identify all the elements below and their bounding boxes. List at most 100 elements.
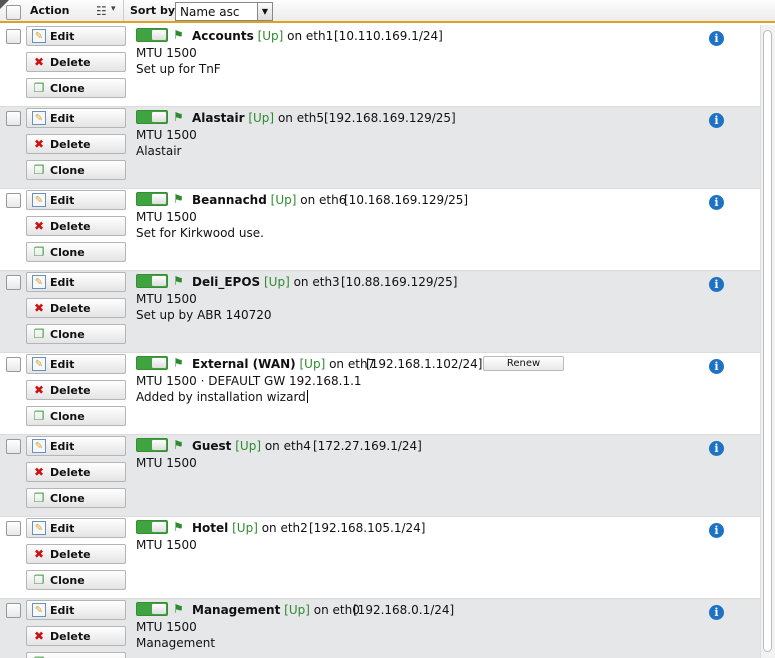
renew-button[interactable]: Renew bbox=[483, 356, 564, 371]
sort-select[interactable]: Name asc ▼ bbox=[175, 2, 273, 21]
flag-icon: ⚑ bbox=[173, 28, 184, 42]
info-icon[interactable]: i bbox=[709, 441, 724, 456]
info-icon[interactable]: i bbox=[709, 359, 724, 374]
interface-title: Alastair [Up] on eth5 bbox=[192, 111, 324, 125]
delete-x-icon: ✖ bbox=[33, 465, 45, 479]
interface-title: Beannachd [Up] on eth6 bbox=[192, 193, 346, 207]
clone-button[interactable]: ❐Clone bbox=[26, 242, 126, 262]
row-checkbox[interactable] bbox=[6, 275, 21, 290]
enable-toggle[interactable] bbox=[136, 110, 168, 124]
edit-button[interactable]: ✎ Edit bbox=[26, 600, 126, 620]
clone-button[interactable]: ❐Clone bbox=[26, 652, 126, 658]
clone-button[interactable]: ❐Clone bbox=[26, 160, 126, 180]
clone-icon: ❐ bbox=[33, 573, 45, 587]
edit-button[interactable]: ✎ Edit bbox=[26, 436, 126, 456]
delete-button[interactable]: ✖ Delete bbox=[26, 298, 126, 318]
edit-button[interactable]: ✎ Edit bbox=[26, 190, 126, 210]
flag-icon: ⚑ bbox=[173, 438, 184, 452]
interface-name: Deli_EPOS bbox=[192, 275, 261, 289]
info-icon[interactable]: i bbox=[709, 605, 724, 620]
enable-toggle[interactable] bbox=[136, 192, 168, 206]
delete-button[interactable]: ✖ Delete bbox=[26, 544, 126, 564]
row-checkbox[interactable] bbox=[6, 439, 21, 454]
row-checkbox[interactable] bbox=[6, 521, 21, 536]
edit-button[interactable]: ✎ Edit bbox=[26, 26, 126, 46]
status-up: [Up] bbox=[235, 439, 262, 453]
flag-icon: ⚑ bbox=[173, 110, 184, 124]
info-icon[interactable]: i bbox=[709, 31, 724, 46]
delete-button[interactable]: ✖ Delete bbox=[26, 462, 126, 482]
row-checkbox[interactable] bbox=[6, 603, 21, 618]
delete-button[interactable]: ✖ Delete bbox=[26, 52, 126, 72]
info-icon[interactable]: i bbox=[709, 113, 724, 128]
enable-toggle[interactable] bbox=[136, 438, 168, 452]
clone-button[interactable]: ❐Clone bbox=[26, 406, 126, 426]
edit-icon: ✎ bbox=[32, 193, 46, 207]
edit-icon: ✎ bbox=[32, 275, 46, 289]
delete-button[interactable]: ✖ Delete bbox=[26, 626, 126, 646]
clone-icon: ❐ bbox=[33, 491, 45, 505]
interface-row: ✎ Edit ✖ Delete ❐ Clone ⚑ Deli_EPOS [Up] on… bbox=[0, 271, 760, 353]
interface-title: External (WAN) [Up] on eth7 bbox=[192, 357, 375, 371]
interface-description: Management bbox=[136, 636, 216, 650]
interface-row: ✎Edit ✖Delete ❐Clone ⚑ Management [Up] o… bbox=[0, 599, 760, 658]
clone-button[interactable]: ❐Clone bbox=[26, 78, 126, 98]
interface-title: Hotel [Up] on eth2 bbox=[192, 521, 308, 535]
info-icon[interactable]: i bbox=[709, 277, 724, 292]
dropdown-arrow-icon[interactable]: ▼ bbox=[257, 3, 272, 20]
interface-mtu: MTU 1500 bbox=[136, 128, 197, 142]
enable-toggle[interactable] bbox=[136, 28, 168, 42]
info-icon[interactable]: i bbox=[709, 523, 724, 538]
text-caret bbox=[306, 390, 308, 403]
delete-x-icon: ✖ bbox=[33, 383, 45, 397]
status-up: [Up] bbox=[299, 357, 326, 371]
status-up: [Up] bbox=[232, 521, 258, 535]
status-up: [Up] bbox=[284, 603, 310, 617]
edit-icon: ✎ bbox=[32, 521, 46, 535]
row-checkbox[interactable] bbox=[6, 29, 21, 44]
interface-description-editable[interactable]: Added by installation wizard bbox=[136, 390, 308, 404]
delete-x-icon: ✖ bbox=[33, 629, 45, 643]
enable-toggle[interactable] bbox=[136, 356, 168, 370]
row-checkbox[interactable] bbox=[6, 111, 21, 126]
row-checkbox[interactable] bbox=[6, 357, 21, 372]
interface-port: on eth6 bbox=[300, 193, 347, 207]
info-icon[interactable]: i bbox=[709, 195, 724, 210]
interface-name: Accounts bbox=[192, 29, 254, 43]
select-all-checkbox[interactable] bbox=[6, 5, 21, 20]
enable-toggle[interactable] bbox=[136, 520, 168, 534]
flag-icon: ⚑ bbox=[173, 520, 184, 534]
interface-ip: [172.27.169.1/24] bbox=[313, 439, 422, 453]
enable-toggle[interactable] bbox=[136, 602, 168, 616]
interface-row: ✎ Edit ✖ Delete ❐ Clone ⚑ Guest [Up] on eth… bbox=[0, 435, 760, 517]
interface-title: Management [Up] on eth0 bbox=[192, 603, 360, 617]
edit-button[interactable]: ✎ Edit bbox=[26, 272, 126, 292]
status-up: [Up] bbox=[257, 29, 284, 43]
row-checkbox[interactable] bbox=[6, 193, 21, 208]
interface-row: ✎ Edit ✖ Delete ❐ Clone ⚑ Alastair [Up] on … bbox=[0, 107, 760, 189]
list-view-icon[interactable]: ☷ bbox=[96, 4, 107, 18]
sort-by-label: Sort by: bbox=[130, 4, 180, 17]
clone-button[interactable]: ❐Clone bbox=[26, 324, 126, 344]
clone-button[interactable]: ❐Clone bbox=[26, 570, 126, 590]
interface-mtu: MTU 1500 bbox=[136, 620, 197, 634]
edit-button[interactable]: ✎ Edit bbox=[26, 354, 126, 374]
interface-name: Hotel bbox=[192, 521, 229, 535]
delete-x-icon: ✖ bbox=[33, 55, 45, 69]
delete-button[interactable]: ✖ Delete bbox=[26, 134, 126, 154]
interface-name: Alastair bbox=[192, 111, 245, 125]
edit-button[interactable]: ✎ Edit bbox=[26, 108, 126, 128]
delete-button[interactable]: ✖ Delete bbox=[26, 380, 126, 400]
clone-button[interactable]: ❐Clone bbox=[26, 488, 126, 508]
flag-icon: ⚑ bbox=[173, 274, 184, 288]
vertical-scrollbar[interactable] bbox=[760, 25, 775, 658]
list-header: Action ☷ ▾ Sort by: Name asc ▼ bbox=[0, 0, 775, 23]
chevron-down-icon[interactable]: ▾ bbox=[111, 4, 116, 14]
delete-button[interactable]: ✖ Delete bbox=[26, 216, 126, 236]
interface-ip: [192.168.1.102/24] bbox=[366, 357, 483, 371]
interface-title: Deli_EPOS [Up] on eth3 bbox=[192, 275, 340, 289]
edit-button[interactable]: ✎ Edit bbox=[26, 518, 126, 538]
clone-icon: ❐ bbox=[33, 245, 45, 259]
enable-toggle[interactable] bbox=[136, 274, 168, 288]
scrollbar-thumb[interactable] bbox=[763, 30, 772, 652]
